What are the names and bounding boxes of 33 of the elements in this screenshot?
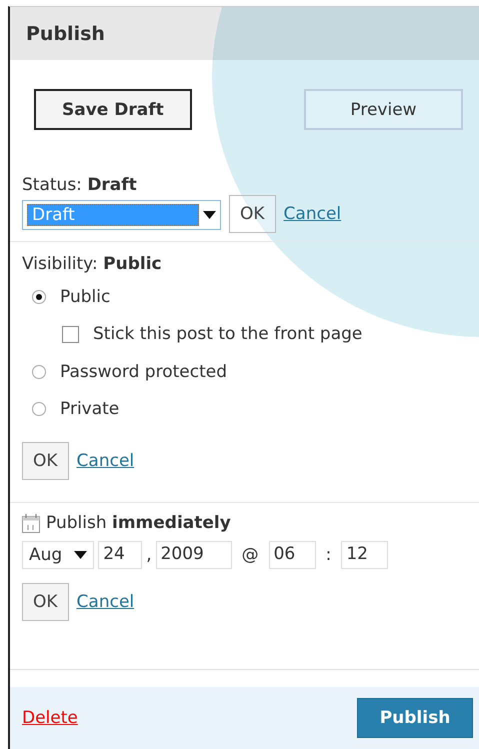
cancel-link[interactable]: Cancel	[76, 592, 134, 612]
radio-button[interactable]	[32, 402, 46, 416]
save-draft-button[interactable]: Save Draft	[34, 89, 192, 130]
at-sign: @	[240, 545, 260, 565]
radio-label: Password protected	[60, 362, 228, 382]
radio-label: Public	[60, 286, 110, 307]
visibility-label: Visibility: Public	[22, 254, 162, 274]
comma-separator: ,	[146, 545, 152, 565]
checkbox-label: Stick this post to the front page	[93, 324, 362, 344]
checkbox[interactable]	[62, 326, 79, 343]
ok-button[interactable]: OK	[22, 442, 69, 480]
minute-field[interactable]: 12	[341, 541, 388, 569]
delete-link[interactable]: Delete	[22, 708, 78, 728]
cancel-link[interactable]: Cancel	[284, 204, 342, 224]
publish-timing-label: Publish immediately	[46, 513, 231, 533]
radio-button[interactable]	[32, 364, 46, 379]
ok-button[interactable]: OK	[229, 195, 276, 233]
cancel-link[interactable]: Cancel	[76, 451, 134, 471]
preview-button[interactable]: Preview	[304, 89, 463, 130]
ok-button[interactable]: OK	[22, 583, 69, 621]
calendar-icon	[22, 514, 40, 532]
year-field[interactable]: 2009	[156, 541, 232, 569]
radio-label: Private	[60, 399, 120, 420]
status-label: Status: Draft	[22, 175, 137, 195]
colon-separator: :	[324, 545, 332, 565]
day-field[interactable]: 24	[98, 541, 142, 569]
publish-button[interactable]: Publish	[357, 698, 473, 738]
month-dropdown[interactable]: Aug	[22, 541, 94, 569]
hour-field[interactable]: 06	[268, 541, 316, 569]
caret-icon	[203, 211, 216, 219]
panel-title: Publish	[10, 7, 479, 60]
caret-icon	[74, 551, 88, 559]
radio-button[interactable]	[32, 290, 46, 304]
